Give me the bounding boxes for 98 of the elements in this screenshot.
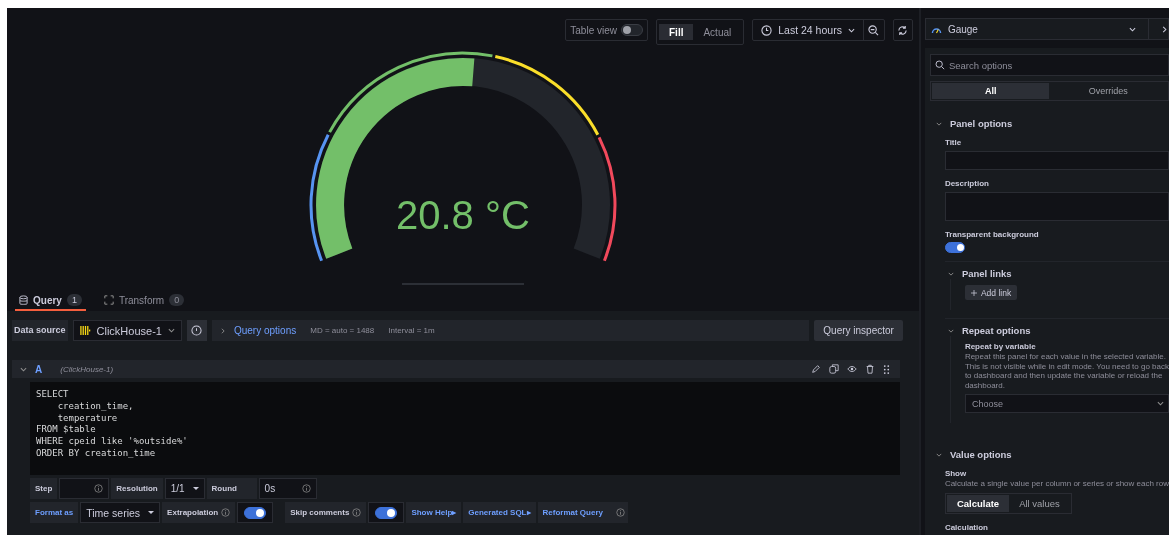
step-label: Step: [30, 478, 58, 499]
info-icon: [191, 325, 203, 336]
title-label: Title: [944, 138, 962, 147]
view-mode-tab[interactable]: Actual: [693, 24, 742, 40]
view-mode-tab[interactable]: Fill: [659, 24, 694, 40]
chevron-down-icon: [20, 365, 27, 373]
table-view-label: Table view: [570, 24, 617, 36]
resolution-select[interactable]: 1/1: [164, 478, 205, 499]
variable-select[interactable]: Choose: [964, 394, 1169, 413]
description-field[interactable]: [944, 192, 1169, 221]
info-icon: [301, 484, 311, 493]
database-icon: [19, 294, 28, 306]
section-header[interactable]: Panel options: [929, 118, 1013, 129]
code-line: ORDER BY creation_time: [36, 448, 156, 460]
extrapolation-label: Extrapolation: [162, 502, 236, 523]
query-inspector-button[interactable]: Query inspector: [814, 320, 903, 341]
drag-handle-icon[interactable]: [882, 363, 890, 375]
options-tab[interactable]: Overrides: [1049, 83, 1167, 99]
caret-icon: [148, 511, 155, 514]
round-value: 0s: [264, 483, 276, 494]
code-line: creation_time,: [56, 400, 134, 413]
repeat-by-variable-label: Repeat by variable: [964, 342, 1036, 351]
info-icon: [94, 484, 104, 493]
transparent-background-label: Transparent background: [944, 230, 1039, 239]
round-field[interactable]: 0s: [258, 478, 317, 499]
clock-icon: [761, 24, 773, 36]
search-options-field[interactable]: Search options: [929, 54, 1169, 76]
code-line: SELECT: [36, 389, 69, 401]
section-header[interactable]: Panel links: [944, 268, 1012, 279]
caret-icon: [192, 487, 199, 490]
show-description: Calculate a single value per column or series or show each row: [944, 479, 1169, 489]
query-options-toggle[interactable]: Query options: [219, 325, 297, 336]
data-source-select[interactable]: ClickHouse-1: [72, 320, 182, 341]
table-view-toggle[interactable]: [621, 24, 643, 36]
count-badge: 0: [169, 294, 185, 306]
trash-icon[interactable]: [864, 364, 875, 374]
show-mode-option[interactable]: Calculate: [946, 494, 1010, 512]
chevron-icon: [947, 327, 954, 334]
chevron-right-icon: [219, 327, 226, 334]
refresh-icon: [897, 24, 909, 36]
help-button[interactable]: [186, 320, 207, 341]
skip-comments-toggle[interactable]: [375, 506, 398, 519]
info-icon: [352, 508, 362, 517]
search-icon: [934, 60, 945, 70]
plus-icon: [970, 289, 977, 296]
code-line: WHERE cpeid like '%outside%': [36, 436, 188, 448]
count-badge: 1: [66, 294, 82, 306]
data-source-label: Data source: [12, 320, 68, 341]
section-header[interactable]: Repeat options: [944, 325, 1031, 336]
transparent-background-toggle[interactable]: [944, 242, 965, 253]
chevron-icon: [947, 270, 954, 277]
chevron-right-icon: [1161, 25, 1168, 33]
table-view-control[interactable]: Table view: [565, 19, 648, 41]
query-data-source: (ClickHouse-1): [60, 364, 114, 374]
query-ref-id[interactable]: A: [35, 363, 43, 375]
eye-icon[interactable]: [846, 364, 857, 374]
calculation-label: Calculation: [944, 522, 988, 532]
query-helper-link[interactable]: Generated SQL▸: [463, 502, 536, 523]
visualization-picker[interactable]: Gauge: [924, 18, 1169, 40]
chevron-icon: [935, 120, 942, 127]
query-editor-tab[interactable]: Transform 0: [99, 291, 189, 311]
add-link-button[interactable]: Add link: [964, 285, 1018, 300]
extrapolation-toggle[interactable]: [244, 506, 267, 519]
format-select[interactable]: Time series: [80, 502, 161, 523]
max-data-points-text: MD = auto = 1488: [310, 326, 375, 335]
transform-icon: [103, 295, 114, 305]
refresh-button[interactable]: [892, 19, 913, 41]
info-icon: [615, 508, 625, 517]
pencil-icon[interactable]: [810, 364, 821, 374]
round-label: Round: [206, 478, 257, 499]
options-tab[interactable]: All: [931, 83, 1050, 99]
code-line: FROM $table: [36, 424, 96, 437]
chevron-down-icon: [1129, 25, 1136, 33]
query-helper-link[interactable]: Show Help▸: [406, 502, 462, 523]
show-mode-option[interactable]: All values: [1009, 494, 1070, 512]
sql-code-editor[interactable]: SELECT creation_time, temperature FROM $table WHERE cpeid like '%outside%' ORDER BY creation_time: [30, 382, 900, 475]
repeat-description: Repeat this panel for each value in the selected variable. This is not visible while in edit mode. You need to go back to dashboard and then update the variable or reload the dashboard.: [964, 352, 1169, 390]
info-icon: [221, 508, 231, 517]
bars-logo-icon: [79, 325, 91, 336]
chevron-down-icon: [1157, 400, 1164, 407]
code-line: temperature: [56, 412, 118, 425]
chevron-down-icon: [847, 26, 855, 34]
query-helper-link[interactable]: Reformat Query: [537, 502, 628, 523]
show-label: Show: [944, 469, 967, 478]
chevron-icon: [935, 451, 942, 458]
description-label: Description: [944, 179, 989, 188]
step-field[interactable]: [59, 478, 110, 499]
interval-text: Interval = 1m: [388, 326, 435, 335]
chevron-down-icon: [167, 327, 175, 334]
skip-comments-label: Skip comments: [285, 502, 367, 523]
section-header[interactable]: Value options: [929, 449, 1012, 460]
gauge-value: 20.8 °C: [395, 193, 531, 238]
duplicate-icon[interactable]: [828, 364, 839, 374]
zoom-out-icon: [868, 24, 880, 36]
resolution-label: Resolution: [111, 478, 163, 499]
format-as-label: Format as: [30, 502, 79, 523]
select-placeholder: Choose: [971, 398, 1003, 409]
title-field[interactable]: [944, 151, 1169, 170]
